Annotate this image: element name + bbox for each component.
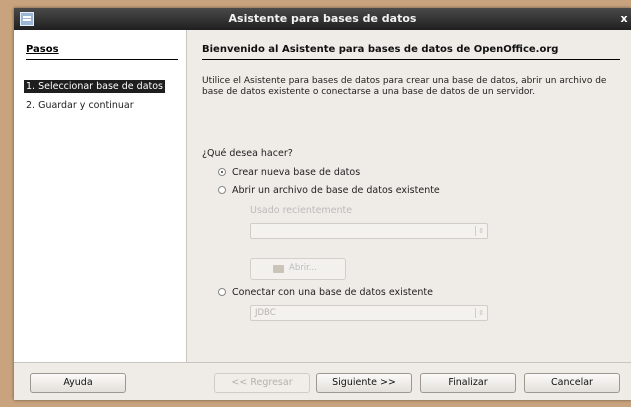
step-select-database[interactable]: 1. Seleccionar base de datos [24,80,166,93]
radio-connect-existing-label: Conectar con una base de datos existente [232,287,433,298]
radio-unselected-icon[interactable] [218,186,226,194]
combo-arrow-icon[interactable]: ⇳ [475,308,484,318]
radio-connect-existing[interactable]: Conectar con una base de datos existente [218,287,518,299]
open-file-button-label: Abrir... [289,263,317,273]
combo-arrow-icon[interactable]: ⇳ [475,226,484,236]
folder-icon [273,265,284,273]
step-save-continue[interactable]: 2. Guardar y continuar [26,100,134,111]
title-bar[interactable]: Asistente para bases de datos x [14,8,631,30]
recent-label: Usado recientemente [250,205,353,216]
next-button[interactable]: Siguiente >> [316,373,412,393]
title-divider [202,59,620,60]
connection-type-value: JDBC [255,308,276,318]
radio-create-new-label: Crear nueva base de datos [232,167,361,178]
steps-header: Pasos [26,44,59,55]
close-icon[interactable]: x [617,12,631,26]
open-file-button[interactable]: Abrir... [250,258,346,280]
connection-type-combo[interactable]: JDBC ⇳ [250,305,488,321]
intro-text: Utilice el Asistente para bases de datos… [202,76,607,97]
button-bar: Ayuda << Regresar Siguiente >> Finalizar… [14,362,631,401]
radio-unselected-icon[interactable] [218,288,226,296]
radio-create-new[interactable]: Crear nueva base de datos [218,167,518,179]
radio-open-existing[interactable]: Abrir un archivo de base de datos existe… [218,185,518,197]
help-button[interactable]: Ayuda [30,373,126,393]
database-wizard-window: Asistente para bases de datos x Pasos 1.… [14,8,631,400]
question-label: ¿Qué desea hacer? [202,148,293,159]
window-title: Asistente para bases de datos [228,12,417,25]
page-title: Bienvenido al Asistente para bases de da… [202,44,559,55]
radio-selected-icon[interactable] [218,168,226,176]
recent-files-combo[interactable]: ⇳ [250,223,488,239]
steps-divider [26,59,178,60]
finish-button[interactable]: Finalizar [420,373,516,393]
back-button[interactable]: << Regresar [214,373,310,393]
steps-panel: Pasos 1. Seleccionar base de datos 2. Gu… [14,30,187,362]
cancel-button[interactable]: Cancelar [524,373,620,393]
radio-open-existing-label: Abrir un archivo de base de datos existe… [232,185,440,196]
